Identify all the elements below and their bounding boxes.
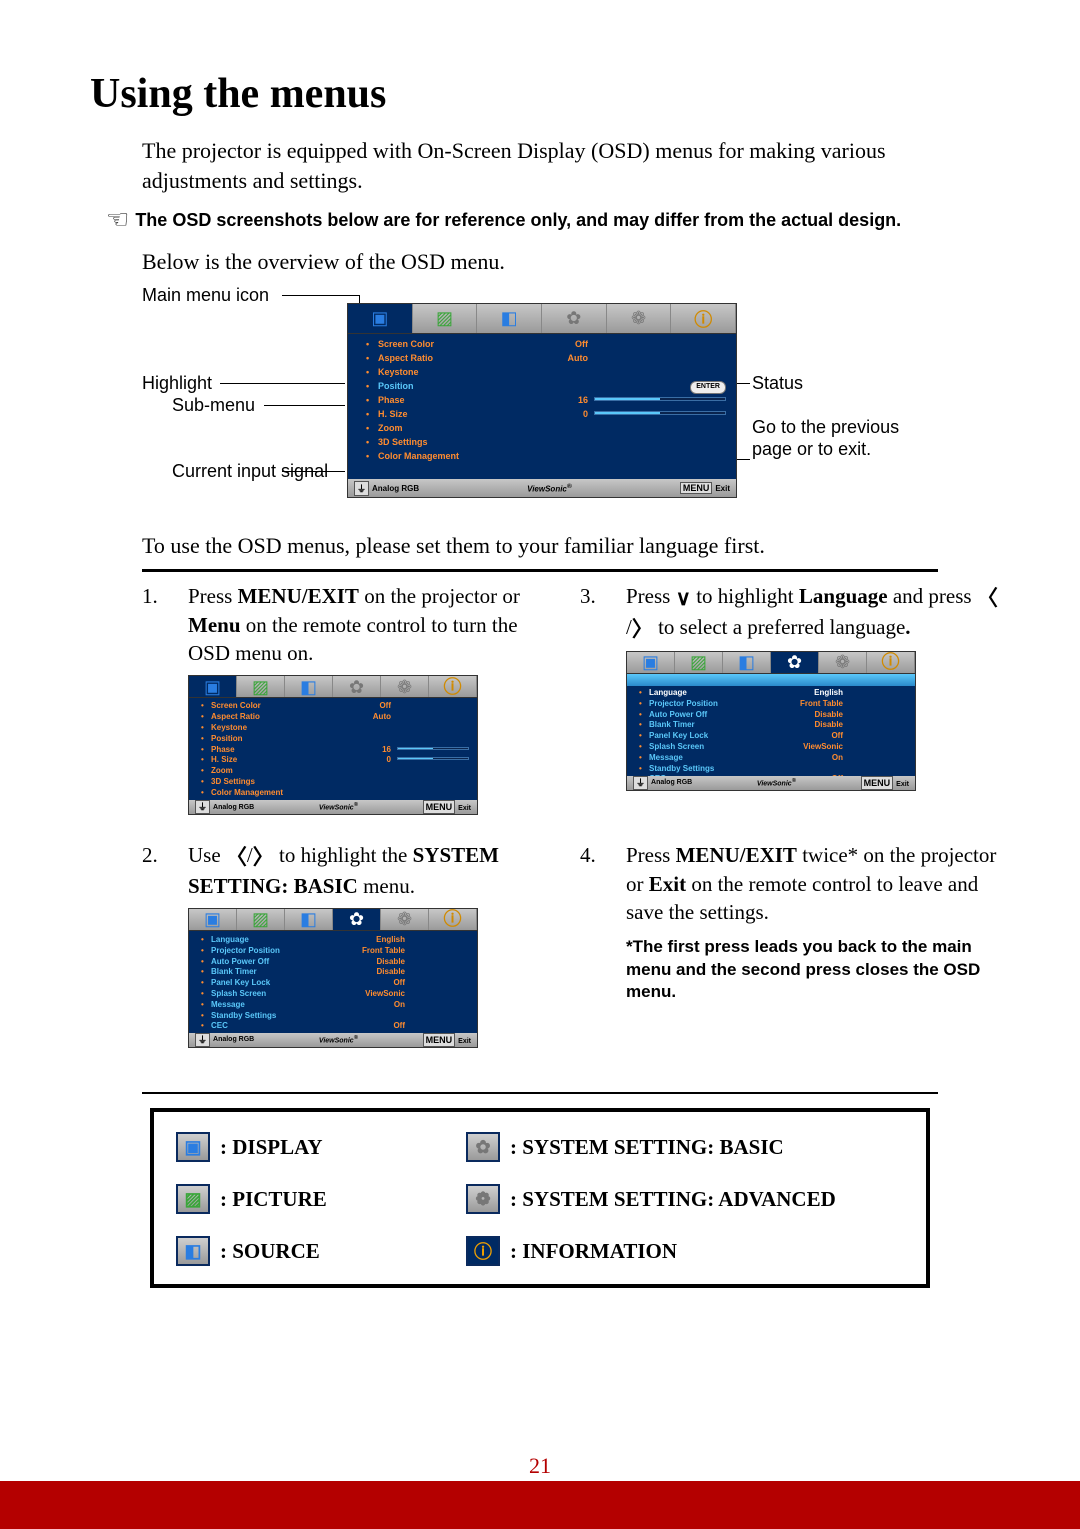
menu-badge: MENU [680,482,713,494]
picture-icon: ▨ [184,1189,201,1210]
source-icon: ◧ [184,1241,201,1262]
divider [142,569,938,572]
footer-exit: Exit [715,484,730,493]
gear-icon: ✿ [349,675,364,699]
footer-brand: ViewSonic® [419,483,680,494]
gear2-icon: ❁ [475,1189,490,1210]
source-icon: ◧ [501,308,518,329]
info-icon: ⓘ [444,675,462,699]
picture-icon: ▨ [252,907,269,931]
osd-overview-screenshot: ▣ ▨ ◧ ✿ ❁ ⓘ Screen ColorOffAspect RatioA… [347,303,737,498]
note-text: The OSD screenshots below are for refere… [135,209,901,232]
step-1-osd: ▣ ▨ ◧ ✿ ❁ ⓘ Screen ColorOffAspect RatioA… [188,675,478,815]
plug-icon: ⏚ [354,481,369,496]
tab-info: ⓘ [671,304,736,333]
display-icon: ▣ [642,650,659,674]
label-goto-exit: Go to the previous page or to exit. [752,417,912,460]
step-3: 3. Press ∨ to highlight Language and pre… [580,582,1000,815]
picture-icon: ▨ [436,308,453,329]
right-arrow-icon: 〉 [632,615,653,643]
source-icon: ◧ [300,907,317,931]
step-2-osd: ▣ ▨ ◧ ✿ ❁ ⓘ LanguageEnglishProjector Pos… [188,908,478,1048]
step-4-footnote: *The first press leads you back to the m… [626,936,1000,1002]
osd-menu-list: Screen ColorOffAspect RatioAutoKeystoneP… [348,334,736,479]
tab-display: ▣ [348,304,413,333]
step-2: 2. Use 〈/〉 to highlight the SYSTEM SETTI… [142,841,562,1048]
osd-tab-bar: ▣ ▨ ◧ ✿ ❁ ⓘ [348,304,736,334]
legend-sys-advanced: ❁ : SYSTEM SETTING: ADVANCED [466,1184,904,1214]
step-4: 4. Press MENU/EXIT twice* on the project… [580,841,1000,1048]
source-icon: ◧ [300,675,317,699]
gear2-icon: ❁ [397,907,412,931]
divider [142,1092,938,1094]
display-icon: ▣ [204,675,221,699]
osd-menu-list: Screen ColorOffAspect RatioAutoKeystoneP… [189,698,477,800]
gear2-icon: ❁ [397,675,412,699]
below-line: To use the OSD menus, please set them to… [142,533,990,559]
gear2-icon: ❁ [631,308,646,329]
gear-icon: ✿ [475,1137,490,1158]
icon-legend: ▣ : DISPLAY ✿ : SYSTEM SETTING: BASIC ▨ … [150,1108,930,1288]
tab-sys-basic: ✿ [542,304,607,333]
gear-icon: ✿ [787,650,802,674]
display-icon: ▣ [204,907,221,931]
tab-sys-advanced: ❁ [607,304,672,333]
osd-menu-list: LanguageEnglishProjector PositionFront T… [189,931,477,1033]
note-callout: ☞ The OSD screenshots below are for refe… [106,209,990,233]
step-3-osd: ▣ ▨ ◧ ✿ ❁ ⓘ LanguageEnglishProjector Pos… [626,651,916,791]
step-2-text: Use 〈/〉 to highlight the SYSTEM SETTING:… [188,841,562,900]
footer-input: Analog RGB [372,484,419,493]
down-arrow-icon: ∨ [676,584,691,612]
osd-menu-list: LanguageEnglishProjector PositionFront T… [627,674,915,776]
gear2-icon: ❁ [835,650,850,674]
label-highlight: Highlight [142,373,212,395]
osd-footer: ⏚ Analog RGB ViewSonic® MENUExit [348,479,736,497]
label-main-menu-icon: Main menu icon [142,285,269,307]
label-submenu: Sub-menu [172,395,255,417]
hand-pointing-icon: ☞ [106,207,129,233]
step-4-text: Press MENU/EXIT twice* on the projector … [626,841,1000,926]
osd-overview-diagram: Main menu icon Highlight Sub-menu Curren… [142,285,990,515]
footer-bar [0,1481,1080,1529]
tab-source: ◧ [477,304,542,333]
legend-source: ◧ : SOURCE [176,1236,446,1266]
legend-information: ⓘ : INFORMATION [466,1236,904,1266]
step-number: 2. [142,841,166,1048]
intro-paragraph: The projector is equipped with On-Screen… [142,136,990,195]
legend-display: ▣ : DISPLAY [176,1132,446,1162]
display-icon: ▣ [371,308,388,329]
left-arrow-icon: 〈 [226,843,247,871]
step-number: 4. [580,841,604,1048]
left-arrow-icon: 〈 [977,584,998,612]
step-number: 1. [142,582,166,815]
page-number: 21 [0,1453,1080,1479]
info-icon: ⓘ [694,306,712,332]
source-icon: ◧ [738,650,755,674]
display-icon: ▣ [184,1137,201,1158]
picture-icon: ▨ [252,675,269,699]
info-icon: ⓘ [444,907,462,931]
picture-icon: ▨ [690,650,707,674]
label-status: Status [752,373,803,395]
tab-picture: ▨ [413,304,478,333]
right-arrow-icon: 〉 [253,843,274,871]
info-icon: ⓘ [882,650,900,674]
legend-sys-basic: ✿ : SYSTEM SETTING: BASIC [466,1132,904,1162]
gear-icon: ✿ [566,308,581,329]
step-number: 3. [580,582,604,815]
steps-grid: 1. Press MENU/EXIT on the projector or M… [142,582,990,1074]
overview-line: Below is the overview of the OSD menu. [142,249,990,275]
legend-picture: ▨ : PICTURE [176,1184,446,1214]
page-heading: Using the menus [90,70,990,118]
step-1: 1. Press MENU/EXIT on the projector or M… [142,582,562,815]
step-3-text: Press ∨ to highlight Language and press … [626,582,1000,643]
gear-icon: ✿ [349,907,364,931]
step-1-text: Press MENU/EXIT on the projector or Menu… [188,582,562,667]
info-icon: ⓘ [474,1238,492,1264]
